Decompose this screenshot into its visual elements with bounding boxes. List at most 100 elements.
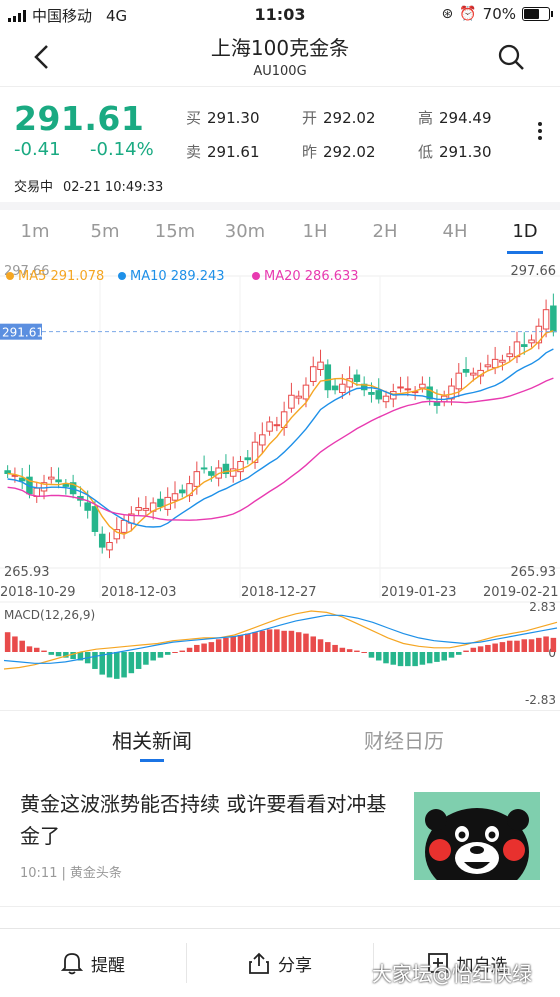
macd-label: MACD(12,26,9) — [4, 608, 95, 622]
macd-bar — [114, 652, 120, 679]
macd-bar — [361, 652, 367, 653]
candle — [404, 388, 412, 391]
macd-bar — [332, 644, 338, 652]
candle — [419, 383, 426, 389]
candle — [200, 467, 208, 470]
macd-bar — [215, 639, 222, 652]
tab-period-5m[interactable]: 5m — [70, 210, 140, 256]
quote-datetime: 02-21 10:49:33 — [63, 180, 164, 195]
macd-bar — [41, 650, 47, 652]
search-icon[interactable] — [496, 42, 526, 72]
macd-bar — [194, 644, 200, 652]
ask-value: 291.61 — [207, 143, 260, 161]
candle — [542, 309, 550, 330]
macd-bar — [19, 640, 25, 652]
macd-bar — [383, 652, 389, 664]
macd-bar — [135, 652, 142, 669]
candle — [324, 364, 332, 391]
macd-top-label: 2.83 — [529, 600, 556, 614]
candle — [193, 471, 201, 487]
tab-period-15m[interactable]: 15m — [140, 210, 210, 256]
macd-bar — [477, 646, 484, 652]
candle — [550, 305, 557, 333]
high-field: 高 294.49 — [418, 109, 492, 127]
battery-icon — [522, 7, 553, 21]
candle — [295, 395, 302, 399]
candle — [484, 364, 492, 368]
candle — [135, 507, 142, 511]
macd-bar — [303, 633, 309, 652]
macd-bar — [528, 639, 535, 652]
macd-bar — [375, 652, 382, 661]
macd-bar — [463, 650, 469, 652]
candle — [288, 394, 295, 409]
macd-bar — [470, 647, 477, 652]
legend-dot — [252, 272, 260, 280]
tab-period-2H[interactable]: 2H — [350, 210, 420, 256]
macd-bar — [419, 652, 426, 665]
macd-bar — [506, 640, 513, 652]
macd-bar — [157, 652, 164, 658]
share-button[interactable]: 分享 — [187, 929, 373, 997]
remind-button[interactable]: 提醒 — [0, 929, 186, 997]
page-title: 上海100克金条 — [210, 36, 350, 60]
news-headline[interactable]: 黄金这波涨势能否持续 或许要看看对冲基金了 — [20, 788, 400, 852]
candle — [91, 506, 99, 532]
macd-bar — [412, 652, 418, 667]
macd-bar — [521, 639, 528, 652]
bid-field: 买 291.30 — [186, 109, 260, 127]
candle — [142, 507, 150, 511]
low-field: 低 291.30 — [418, 143, 492, 161]
macd-bar — [543, 636, 549, 652]
tab-related-news[interactable]: 相关新闻 — [112, 725, 192, 762]
macd-bar — [317, 639, 324, 652]
macd-bar — [179, 650, 186, 652]
macd-bar — [48, 652, 55, 655]
open-field: 开 292.02 — [302, 109, 376, 127]
product-code: AU100G — [253, 64, 307, 79]
tab-financial-calendar[interactable]: 财经日历 — [364, 725, 444, 754]
tab-period-1H[interactable]: 1H — [280, 210, 350, 256]
candle — [339, 383, 346, 394]
more-icon[interactable] — [538, 119, 544, 143]
macd-bar — [405, 652, 411, 667]
tab-period-30m[interactable]: 30m — [210, 210, 280, 256]
news-tabs: 相关新闻 财经日历 — [0, 710, 560, 767]
candle — [302, 384, 310, 400]
news-item[interactable]: 黄金这波涨势能否持续 或许要看看对冲基金了 10:11 | 黄金头条 — [0, 780, 560, 900]
candle — [397, 386, 404, 389]
tab-period-4H[interactable]: 4H — [420, 210, 490, 256]
candle — [98, 533, 106, 548]
macd-bar — [274, 629, 280, 652]
candle — [506, 353, 513, 358]
y-min-label: 265.93 — [511, 565, 557, 580]
x-tick-label: 2018-12-27 — [241, 585, 317, 600]
candle — [382, 395, 390, 403]
macd-bar — [121, 652, 127, 678]
tab-period-1m[interactable]: 1m — [0, 210, 70, 256]
x-tick-label: 2018-10-29 — [0, 585, 76, 600]
macd-bar — [33, 647, 40, 652]
x-tick-label: 2019-01-23 — [381, 585, 457, 600]
macd-bar — [499, 642, 506, 652]
legend-ma20: MA20 286.633 — [264, 269, 359, 284]
nav-bar: 上海100克金条 AU100G — [0, 30, 560, 87]
open-value: 292.02 — [323, 109, 376, 127]
news-thumbnail[interactable] — [414, 792, 540, 880]
macd-bar — [252, 632, 258, 652]
macd-bar — [325, 642, 331, 652]
battery-percent: 70% — [482, 5, 516, 23]
x-tick-label: 2019-02-21 — [483, 585, 559, 600]
tab-period-1D[interactable]: 1D — [490, 210, 560, 256]
legend-ma5: MA5 291.078 — [18, 269, 104, 284]
kline-chart[interactable]: 291.61297.66 297.66MA5 291.078 MA10 289.24… — [0, 258, 560, 708]
prev-close-value: 292.02 — [323, 143, 376, 161]
macd-bar — [441, 652, 447, 661]
divider — [0, 906, 560, 907]
bell-icon — [61, 953, 83, 975]
candle — [244, 457, 252, 461]
macd-bar — [128, 652, 135, 674]
y-min-label-left: 265.93 — [4, 565, 50, 580]
macd-bar — [266, 629, 273, 652]
macd-bar — [208, 642, 215, 652]
